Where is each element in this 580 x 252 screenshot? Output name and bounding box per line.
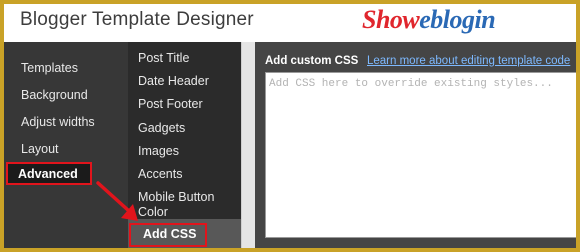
custom-css-panel: Add custom CSS Learn more about editing … xyxy=(255,42,576,248)
nav-item-advanced-label: Advanced xyxy=(18,167,78,181)
nav-item-layout[interactable]: Layout xyxy=(21,142,59,156)
brand-logo-part1: Show xyxy=(362,5,420,34)
sub-item-post-footer[interactable]: Post Footer xyxy=(138,97,203,112)
app-header: Blogger Template Designer Showeblogin xyxy=(4,4,576,42)
advanced-sub-nav: Post Title Date Header Post Footer Gadge… xyxy=(128,42,245,248)
custom-css-label: Add custom CSS xyxy=(265,55,359,67)
sub-item-accents[interactable]: Accents xyxy=(138,167,182,182)
screenshot-frame: Blogger Template Designer Showeblogin Te… xyxy=(4,4,576,248)
sub-item-post-title[interactable]: Post Title xyxy=(138,51,189,66)
sub-item-add-css-label: Add CSS xyxy=(143,227,197,241)
learn-more-link[interactable]: Learn more about editing template code xyxy=(367,55,570,67)
sub-item-images[interactable]: Images xyxy=(138,144,179,159)
brand-logo-part2: eblogin xyxy=(419,5,496,34)
custom-css-input[interactable] xyxy=(265,72,576,238)
red-arrow-icon xyxy=(96,181,138,221)
brand-logo: Showeblogin xyxy=(362,5,496,35)
add-css-highlight: Add CSS xyxy=(129,223,207,247)
sub-nav-scrollbar[interactable] xyxy=(241,42,255,248)
sub-item-mobile-button-color[interactable]: Mobile Button Color xyxy=(138,190,238,220)
nav-item-templates[interactable]: Templates xyxy=(21,61,78,75)
nav-item-advanced[interactable]: Advanced xyxy=(6,162,92,185)
sub-item-add-css[interactable]: Add CSS xyxy=(128,219,245,248)
app-title: Blogger Template Designer xyxy=(20,9,254,30)
nav-item-adjust-widths[interactable]: Adjust widths xyxy=(21,115,95,129)
sub-item-date-header[interactable]: Date Header xyxy=(138,74,209,89)
nav-item-background[interactable]: Background xyxy=(21,88,88,102)
sub-item-gadgets[interactable]: Gadgets xyxy=(138,121,185,136)
